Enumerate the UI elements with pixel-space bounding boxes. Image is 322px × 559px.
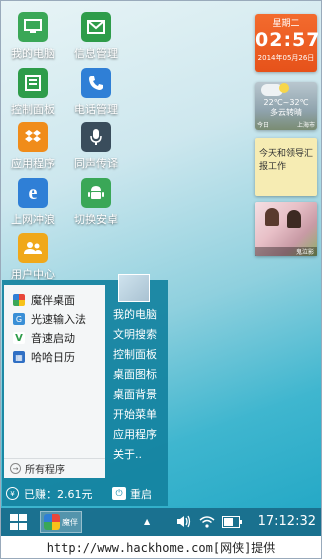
taskbar: 魔伴 ▲ 17:12:32 (0, 508, 322, 536)
restart-label: 重启 (130, 487, 152, 501)
recent-item-label: 光速输入法 (31, 313, 86, 326)
menu-item-search[interactable]: 文明搜索 (110, 325, 168, 345)
earnings-label: 已赚：2.61元 (24, 487, 93, 501)
menu-item-my-computer[interactable]: 我的电脑 (110, 305, 168, 325)
taskbar-app-moban[interactable]: 魔伴 (40, 511, 82, 533)
weather-temperature: 22℃~32℃ (263, 98, 309, 107)
clock-date: 2014年05月26日 (257, 54, 315, 62)
control-panel-icon (18, 68, 48, 98)
windows-logo-icon (10, 514, 18, 521)
arrow-right-icon: → (10, 463, 21, 474)
start-menu: 魔伴桌面 G 光速输入法 V 音速启动 ▦ 哈哈日历 → 所有程序 我的电脑 文… (2, 274, 168, 506)
phone-icon (81, 68, 111, 98)
all-programs-button[interactable]: → 所有程序 (4, 458, 105, 478)
microphone-icon (81, 122, 111, 152)
desktop-icon-label: 我的电脑 (11, 47, 55, 60)
taskbar-app-label: 魔伴 (62, 517, 78, 527)
desktop-icon-surf-internet[interactable]: e 上网冲浪 (1, 178, 65, 227)
keyboard-g-icon: G (13, 313, 25, 325)
photo-caption: 鬼泣影 (255, 247, 317, 256)
recent-item-label: 哈哈日历 (31, 351, 75, 364)
desktop-icon-label: 电话管理 (74, 103, 118, 116)
desktop-icon-label: 应用程序 (11, 157, 55, 170)
note-text: 今天和领导汇报工作 (259, 149, 314, 172)
weather-description: 多云转晴 (270, 108, 302, 117)
recent-item-calendar[interactable]: ▦ 哈哈日历 (4, 348, 105, 366)
windows-logo-icon-part (19, 514, 27, 521)
desktop-icon-phone-management[interactable]: 电话管理 (64, 68, 128, 117)
clock-weekday: 星期二 (272, 19, 300, 29)
credit-footer: http://www.hackhome.com[网侠]提供 (0, 536, 322, 559)
weather-widget[interactable]: 22℃~32℃ 多云转晴 今日 上海市 (255, 82, 317, 130)
recent-item-quick-launch[interactable]: V 音速启动 (4, 329, 105, 347)
ie-browser-icon: e (18, 178, 48, 208)
recent-item-moban-desktop[interactable]: 魔伴桌面 (4, 291, 105, 309)
restart-button[interactable]: ⏻ 重启 (112, 486, 152, 502)
clock-widget[interactable]: 星期二 02:57 2014年05月26日 (255, 14, 321, 72)
desktop-icon-my-computer[interactable]: 我的电脑 (1, 12, 65, 61)
wifi-icon[interactable] (199, 515, 215, 531)
calendar-icon: ▦ (13, 351, 25, 363)
message-icon (81, 12, 111, 42)
taskbar-clock[interactable]: 17:12:32 (258, 514, 316, 529)
recent-item-label: 魔伴桌面 (31, 294, 75, 307)
pinwheel-icon (44, 514, 60, 530)
desktop-icon-label: 切换安卓 (74, 213, 118, 226)
user-avatar[interactable] (118, 274, 150, 302)
users-icon (18, 233, 48, 263)
weather-city: 上海市 (296, 122, 315, 129)
dropbox-icon (18, 122, 48, 152)
menu-item-start-menu[interactable]: 开始菜单 (110, 405, 168, 425)
recent-item-label: 音速启动 (31, 332, 75, 345)
desktop-icon-applications[interactable]: 应用程序 (1, 122, 65, 171)
coin-icon: ¥ (6, 487, 19, 500)
tray-expand-icon[interactable]: ▲ (144, 517, 150, 526)
windows-logo-icon-part (19, 522, 27, 530)
volume-icon[interactable] (176, 515, 192, 531)
menu-item-applications[interactable]: 应用程序 (110, 425, 168, 445)
start-menu-left-pane: 魔伴桌面 G 光速输入法 V 音速启动 ▦ 哈哈日历 → 所有程序 (4, 285, 105, 478)
menu-item-control-panel[interactable]: 控制面板 (110, 345, 168, 365)
earnings-display[interactable]: ¥ 已赚：2.61元 (6, 486, 93, 502)
menu-item-about[interactable]: 关于.. (110, 445, 168, 465)
battery-icon[interactable] (222, 516, 242, 531)
menu-item-desktop-icons[interactable]: 桌面图标 (110, 365, 168, 385)
windows-logo-icon-part (10, 522, 18, 530)
desktop-icon-user-center[interactable]: 用户中心 (1, 233, 65, 282)
desktop-icon-control-panel[interactable]: 控制面板 (1, 68, 65, 117)
desktop-icon-label: 控制面板 (11, 103, 55, 116)
menu-item-desktop-background[interactable]: 桌面背景 (110, 385, 168, 405)
photo-image (265, 208, 279, 226)
desktop-icon-switch-android[interactable]: 切换安卓 (64, 178, 128, 227)
desktop-icon-label: 同声传译 (74, 157, 118, 170)
sun-icon (279, 83, 289, 93)
clock-time: 02:57 (255, 29, 321, 51)
photo-image-figure (287, 210, 301, 228)
photo-widget[interactable]: 鬼泣影 (255, 202, 317, 256)
v-launcher-icon: V (13, 332, 25, 344)
sticky-note-widget[interactable]: 今天和领导汇报工作 (255, 138, 317, 196)
pinwheel-icon (13, 294, 25, 306)
desktop-icon-label: 信息管理 (74, 47, 118, 60)
power-icon: ⏻ (112, 487, 126, 500)
desktop-icon-info-management[interactable]: 信息管理 (64, 12, 128, 61)
desktop-icon-label: 上网冲浪 (11, 213, 55, 226)
start-menu-right-pane: 我的电脑 文明搜索 控制面板 桌面图标 桌面背景 开始菜单 应用程序 关于.. (110, 274, 168, 465)
monitor-icon (18, 12, 48, 42)
start-menu-bottom-bar: ¥ 已赚：2.61元 ⏻ 重启 (2, 481, 168, 506)
weather-day: 今日 (257, 122, 270, 129)
start-button[interactable] (10, 514, 27, 530)
android-icon (81, 178, 111, 208)
all-programs-label: 所有程序 (25, 465, 65, 476)
recent-item-input-method[interactable]: G 光速输入法 (4, 310, 105, 328)
desktop-icon-interpretation[interactable]: 同声传译 (64, 122, 128, 171)
